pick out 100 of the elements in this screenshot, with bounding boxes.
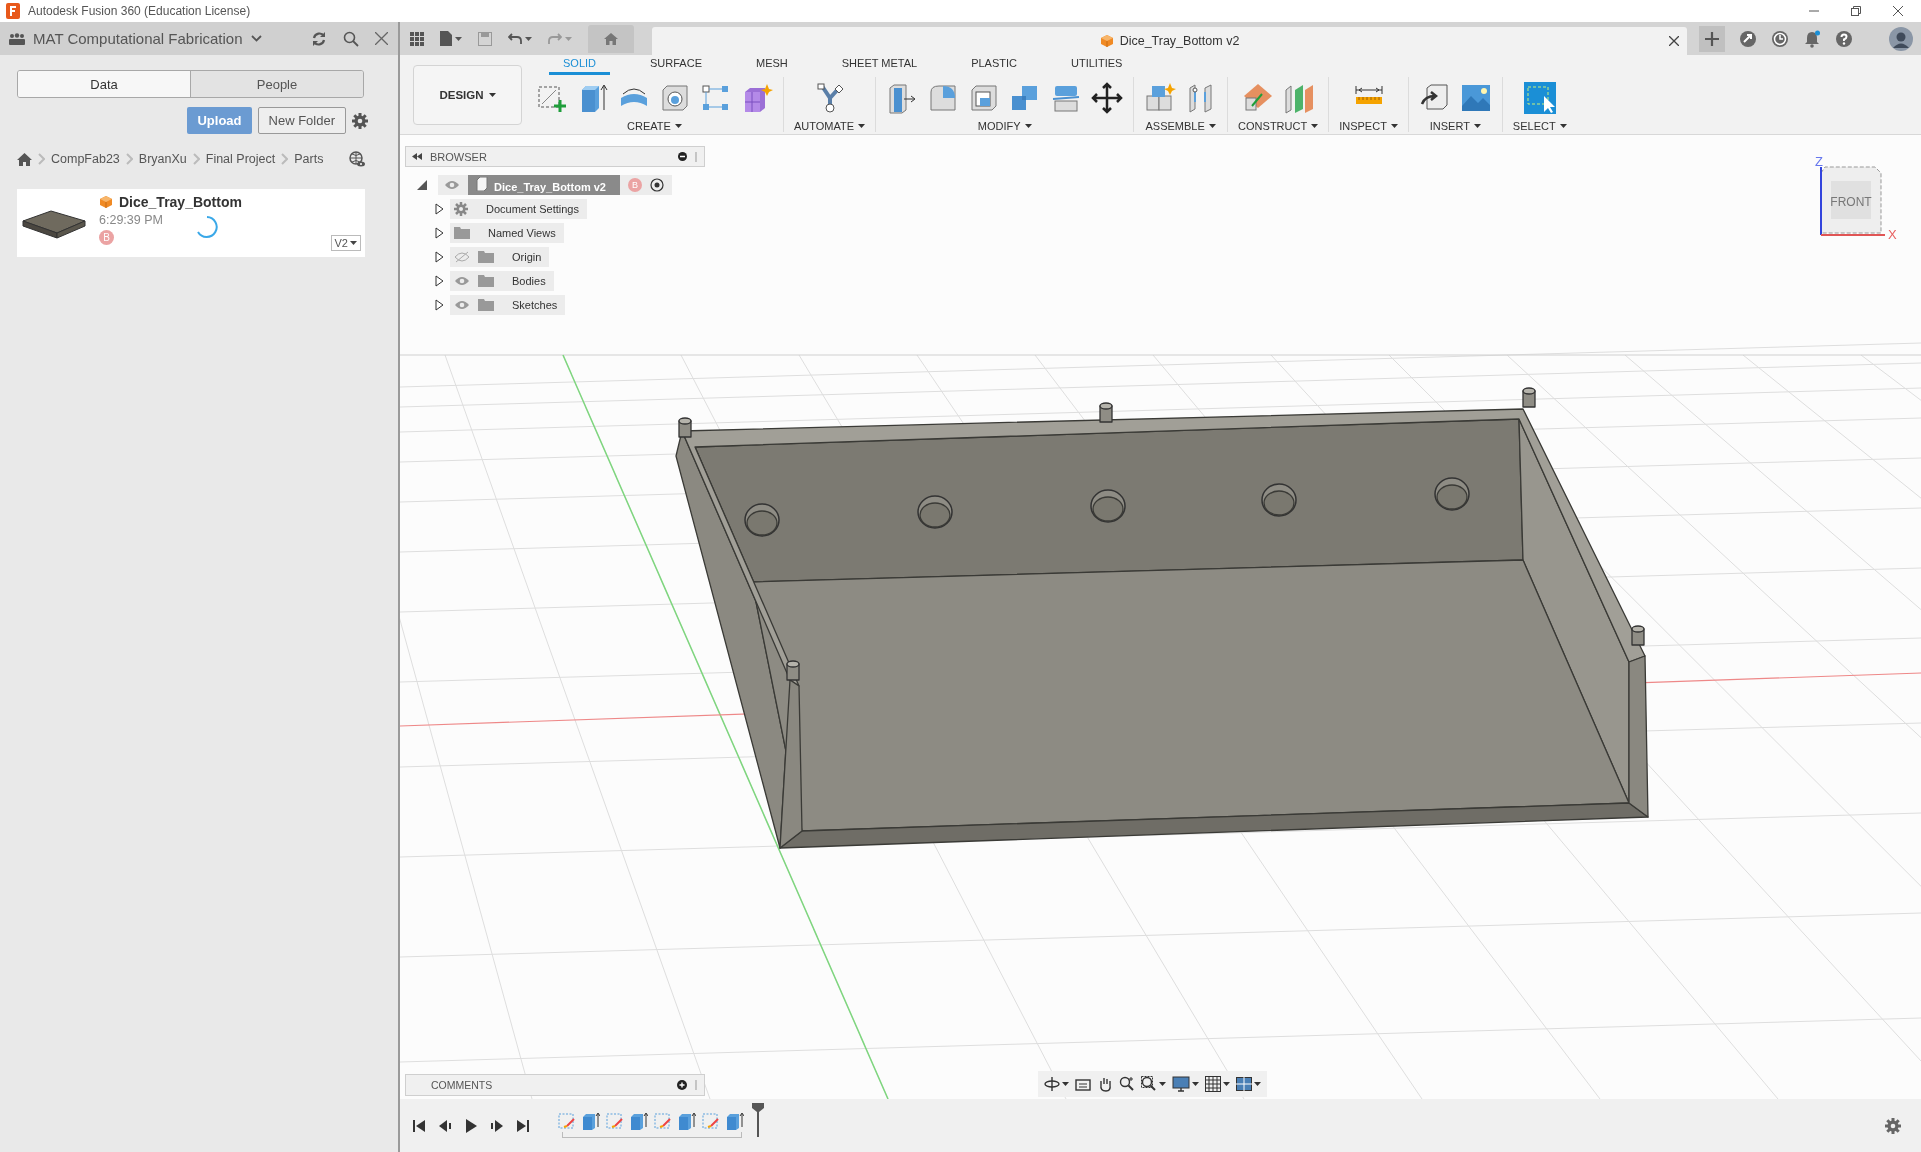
skip-start-icon[interactable]: [412, 1118, 426, 1133]
display-icon[interactable]: [1172, 1076, 1190, 1092]
apps-grid-icon[interactable]: [410, 31, 424, 46]
expand-triangle-icon[interactable]: [435, 203, 444, 215]
breadcrumb-link[interactable]: BryanXu: [138, 152, 187, 166]
tool-group-menu[interactable]: ASSEMBLE: [1145, 119, 1216, 132]
play-icon[interactable]: [464, 1118, 478, 1133]
settings-icon[interactable]: [1885, 1117, 1901, 1134]
caret-icon: [1223, 1082, 1230, 1086]
panel-tab[interactable]: Data: [18, 71, 190, 97]
browser-item[interactable]: Origin: [512, 251, 542, 263]
search-icon[interactable]: [343, 30, 359, 47]
chevron-icon: [192, 153, 200, 165]
zoom-window-icon[interactable]: [1141, 1076, 1157, 1092]
breadcrumb-link[interactable]: Parts: [294, 152, 324, 166]
tool-group-menu[interactable]: MODIFY: [977, 119, 1032, 132]
timeline-marker-icon[interactable]: [752, 1102, 764, 1137]
extrude-feature-icon[interactable]: [630, 1111, 648, 1130]
restore-icon[interactable]: [1851, 6, 1861, 16]
sketch-feature-icon[interactable]: [702, 1111, 720, 1130]
step-back-icon[interactable]: [438, 1118, 452, 1133]
file-card[interactable]: Dice_Tray_Bottom 6:29:39 PM B V2: [17, 189, 365, 257]
clock-icon[interactable]: [1771, 29, 1789, 48]
chevron-down-icon[interactable]: [250, 35, 262, 42]
expand-triangle-icon[interactable]: [435, 275, 444, 287]
breadcrumb-link[interactable]: Final Project: [205, 152, 276, 166]
document-tab[interactable]: Dice_Tray_Bottom v2: [652, 27, 1687, 55]
step-forward-icon[interactable]: [490, 1118, 504, 1133]
plus-icon: [1705, 31, 1719, 46]
look-at-icon[interactable]: [1075, 1077, 1091, 1091]
document-title: Dice_Tray_Bottom v2: [1119, 34, 1240, 48]
home-icon: [604, 32, 618, 45]
tool-group-menu[interactable]: SELECT: [1512, 119, 1567, 132]
team-icon: [9, 32, 25, 45]
extension-icon[interactable]: [1739, 29, 1757, 48]
caret-icon: [1390, 123, 1398, 128]
toolbar-tab[interactable]: UTILITIES: [1057, 54, 1137, 75]
select-icon[interactable]: [1523, 81, 1556, 114]
tool-group-menu[interactable]: CONSTRUCT: [1238, 119, 1319, 132]
tool-group-menu[interactable]: INSPECT: [1339, 119, 1398, 132]
tool-group-menu[interactable]: CREATE: [627, 119, 682, 132]
activate-radio-icon[interactable]: [650, 178, 664, 192]
orbit-icon[interactable]: [1044, 1076, 1060, 1092]
home-icon[interactable]: [17, 152, 32, 166]
browser-item[interactable]: Bodies: [512, 275, 546, 287]
toolbar-tab[interactable]: MESH: [742, 54, 802, 75]
browser-header[interactable]: BROWSER: [405, 146, 705, 167]
comments-panel[interactable]: COMMENTS: [405, 1074, 705, 1096]
expand-triangle-icon[interactable]: [435, 227, 444, 239]
notification-bell-icon[interactable]: [1803, 29, 1821, 48]
extrude-feature-icon[interactable]: [582, 1111, 600, 1130]
sketch-feature-icon[interactable]: [654, 1111, 672, 1130]
toolbar-tab[interactable]: SHEET METAL: [827, 54, 932, 75]
user-avatar-icon[interactable]: [1889, 26, 1913, 51]
close-icon[interactable]: [1669, 36, 1679, 46]
grid-icon[interactable]: [1205, 1076, 1221, 1092]
workspace-dropdown[interactable]: DESIGN: [413, 64, 522, 125]
settings-icon[interactable]: [352, 112, 368, 129]
panel-tab[interactable]: People: [190, 71, 363, 97]
close-icon[interactable]: [375, 32, 388, 45]
caret-icon: [1024, 123, 1032, 128]
sketch-feature-icon[interactable]: [558, 1111, 576, 1130]
caret-icon: [858, 123, 866, 128]
collapse-triangle-icon[interactable]: [417, 179, 428, 191]
caret-icon: [455, 36, 462, 41]
grip-icon: [695, 1080, 698, 1090]
expand-triangle-icon[interactable]: [435, 251, 444, 263]
new-folder-button[interactable]: New Folder: [257, 107, 346, 134]
globe-icon[interactable]: [349, 151, 366, 167]
move-arrows-icon[interactable]: [1091, 81, 1124, 114]
pan-hand-icon[interactable]: [1097, 1076, 1113, 1092]
zoom-icon[interactable]: [1119, 1076, 1135, 1092]
add-comment-icon[interactable]: [677, 1080, 687, 1090]
sketch-feature-icon[interactable]: [606, 1111, 624, 1130]
toolbar-tab[interactable]: PLASTIC: [957, 54, 1031, 75]
minus-circle-icon[interactable]: [678, 152, 687, 161]
folder-icon: [478, 251, 494, 263]
viewports-icon[interactable]: [1236, 1077, 1252, 1091]
skip-end-icon[interactable]: [516, 1118, 530, 1133]
expand-triangle-icon[interactable]: [435, 299, 444, 311]
view-cube[interactable]: [1820, 166, 1886, 236]
caret-icon: [1311, 123, 1319, 128]
caret-icon: [1559, 123, 1567, 128]
close-icon[interactable]: [1893, 6, 1903, 16]
loading-spinner-icon: [195, 215, 219, 239]
panel-title: BROWSER: [430, 150, 487, 163]
extrude-feature-icon[interactable]: [726, 1111, 744, 1130]
tool-group-menu[interactable]: AUTOMATE: [794, 119, 866, 132]
breadcrumb-link[interactable]: CompFab23: [51, 152, 120, 166]
version-dropdown[interactable]: V2: [330, 235, 361, 251]
tool-group-menu[interactable]: INSERT: [1429, 119, 1481, 132]
undo-icon[interactable]: [508, 32, 522, 45]
new-tab-button[interactable]: [1699, 25, 1725, 52]
extrude-feature-icon[interactable]: [678, 1111, 696, 1130]
collapse-arrows-icon[interactable]: [412, 153, 422, 160]
file-icon[interactable]: [440, 31, 452, 46]
toolbar-tab[interactable]: SURFACE: [636, 54, 716, 75]
help-icon[interactable]: [1835, 29, 1853, 48]
refresh-icon[interactable]: [311, 30, 327, 47]
home-tab[interactable]: [588, 24, 634, 53]
